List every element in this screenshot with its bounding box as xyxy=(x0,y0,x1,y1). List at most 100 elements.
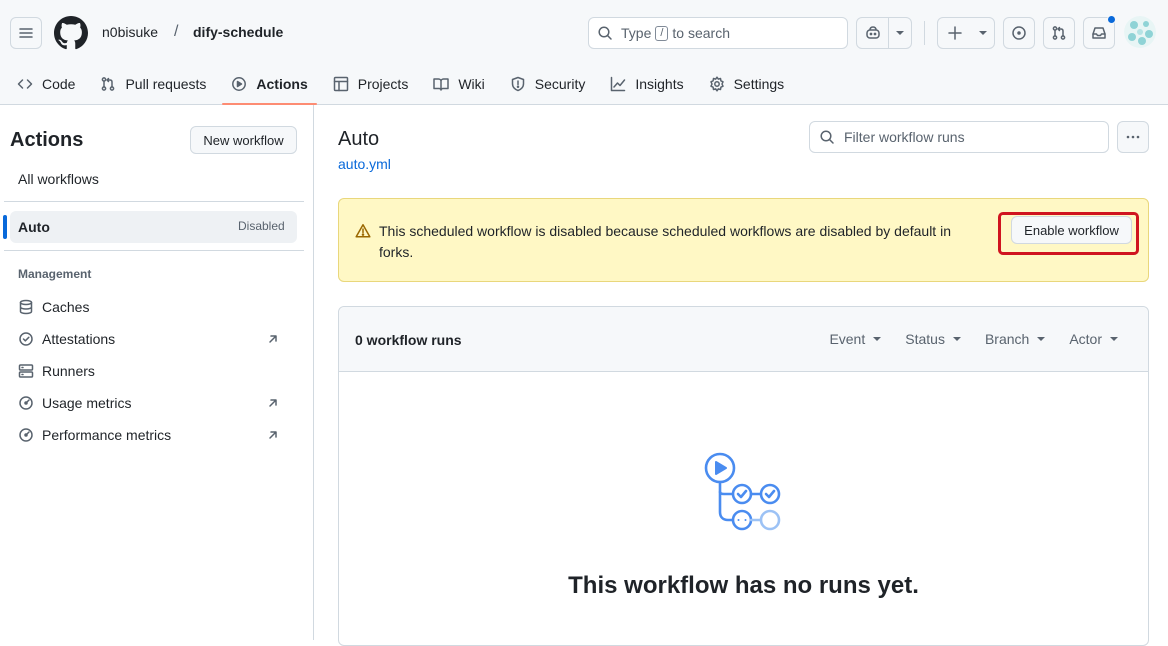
sidebar-divider xyxy=(4,201,304,202)
more-options-button[interactable] xyxy=(1117,121,1149,153)
app-header: n0bisuke / dify-schedule Type / to searc… xyxy=(0,0,1168,105)
chevron-down-icon xyxy=(979,31,987,35)
external-link-icon xyxy=(266,332,280,346)
search-prefix: Type xyxy=(621,25,652,41)
issue-opened-icon xyxy=(1011,25,1027,41)
inbox-icon xyxy=(1091,25,1107,41)
tab-label: Security xyxy=(534,76,586,92)
workflow-graph-illustration-icon xyxy=(700,452,790,534)
runs-header: 0 workflow runs Event Status Branch Acto… xyxy=(339,307,1148,372)
external-link-icon xyxy=(266,396,280,410)
meter-icon xyxy=(18,395,34,411)
issues-button[interactable] xyxy=(1003,17,1035,49)
workflow-file-link[interactable]: auto.yml xyxy=(338,156,391,172)
filter-label: Status xyxy=(905,331,945,347)
tab-label: Insights xyxy=(635,76,684,92)
tab-label: Projects xyxy=(357,76,409,92)
tab-code[interactable]: Code xyxy=(8,64,84,104)
empty-state-title: This workflow has no runs yet. xyxy=(568,572,919,599)
shield-icon xyxy=(510,76,526,92)
create-menu-button[interactable] xyxy=(972,18,994,48)
book-icon xyxy=(433,76,450,92)
sidebar-item-performance-metrics[interactable]: Performance metrics xyxy=(18,423,290,447)
sidebar-item-usage-metrics[interactable]: Usage metrics xyxy=(18,391,290,415)
chevron-down-icon xyxy=(873,337,882,341)
selected-indicator xyxy=(3,215,7,239)
sidebar-item-all-workflows[interactable]: All workflows xyxy=(18,171,99,187)
tab-label: Actions xyxy=(256,76,308,92)
runs-filters: Event Status Branch Actor xyxy=(805,331,1118,347)
server-icon xyxy=(18,363,34,379)
search-icon xyxy=(819,129,835,145)
external-link-icon xyxy=(266,428,280,442)
sidebar-item-caches[interactable]: Caches xyxy=(18,295,290,319)
tab-pull-requests[interactable]: Pull requests xyxy=(91,64,215,104)
sidebar-item-runners[interactable]: Runners xyxy=(18,359,290,383)
tab-label: Wiki xyxy=(458,76,485,92)
pull-request-icon xyxy=(100,76,116,92)
tab-projects[interactable]: Projects xyxy=(324,64,418,104)
banner-message: This scheduled workflow is disabled beca… xyxy=(379,223,951,260)
search-input[interactable]: Type / to search xyxy=(588,17,848,49)
sidebar-title: Actions xyxy=(10,129,84,151)
pull-requests-button[interactable] xyxy=(1043,17,1075,49)
copilot-icon[interactable] xyxy=(857,18,888,48)
plus-icon[interactable] xyxy=(938,18,972,48)
sidebar-item-label: Caches xyxy=(42,299,90,315)
verified-icon xyxy=(18,331,34,347)
user-avatar[interactable] xyxy=(1124,16,1156,48)
filter-label: Actor xyxy=(1069,331,1102,347)
chevron-down-icon xyxy=(896,31,905,35)
copilot-menu-button[interactable] xyxy=(889,18,911,48)
create-new-button[interactable] xyxy=(937,17,995,49)
search-icon xyxy=(597,25,613,41)
event-filter-dropdown[interactable]: Event xyxy=(829,331,882,347)
hamburger-icon xyxy=(18,25,34,41)
breadcrumb-owner[interactable]: n0bisuke xyxy=(102,24,158,40)
alert-icon xyxy=(355,223,371,239)
status-filter-dropdown[interactable]: Status xyxy=(905,331,961,347)
chevron-down-icon xyxy=(1110,337,1118,341)
filter-label: Branch xyxy=(984,331,1030,347)
new-workflow-button[interactable]: New workflow xyxy=(190,126,297,154)
tab-security[interactable]: Security xyxy=(501,64,595,104)
graph-icon xyxy=(610,76,626,92)
filter-label: Event xyxy=(829,331,866,347)
github-logo-icon[interactable] xyxy=(54,16,88,50)
sidebar-item-auto-label: Auto xyxy=(18,219,50,235)
tab-settings[interactable]: Settings xyxy=(700,64,794,104)
kebab-horizontal-icon xyxy=(1125,129,1141,145)
play-icon xyxy=(231,76,247,92)
gear-icon xyxy=(709,76,725,92)
sidebar-item-label: Usage metrics xyxy=(42,395,132,411)
management-heading: Management xyxy=(18,267,92,281)
search-shortcut-key: / xyxy=(655,25,669,41)
sidebar-item-label: Runners xyxy=(42,363,95,379)
breadcrumb-separator: / xyxy=(174,23,179,40)
filter-workflow-runs-input[interactable]: Filter workflow runs xyxy=(809,121,1109,153)
chevron-down-icon xyxy=(952,337,961,341)
pull-request-icon xyxy=(1051,25,1067,41)
filter-placeholder: Filter workflow runs xyxy=(844,129,965,145)
tab-insights[interactable]: Insights xyxy=(601,64,692,104)
repo-tabs: Code Pull requests Actions Projects Wiki… xyxy=(8,64,800,105)
branch-filter-dropdown[interactable]: Branch xyxy=(984,331,1046,347)
sidebar-item-label: Performance metrics xyxy=(42,427,172,443)
runs-count: 0 workflow runs xyxy=(355,332,462,348)
copilot-button[interactable] xyxy=(856,17,912,49)
tab-wiki[interactable]: Wiki xyxy=(424,64,493,104)
workflow-title: Auto xyxy=(338,128,380,150)
sidebar-item-attestations[interactable]: Attestations xyxy=(18,327,290,351)
enable-workflow-button[interactable]: Enable workflow xyxy=(1011,216,1132,244)
table-icon xyxy=(333,76,349,92)
chevron-down-icon xyxy=(1037,337,1046,341)
meter-icon xyxy=(18,427,34,443)
sidebar-item-label: Attestations xyxy=(42,331,116,347)
actor-filter-dropdown[interactable]: Actor xyxy=(1069,331,1118,347)
search-suffix: to search xyxy=(672,25,731,41)
actions-sidebar: Actions New workflow All workflows Auto … xyxy=(0,105,314,640)
menu-button[interactable] xyxy=(10,17,42,49)
tab-actions[interactable]: Actions xyxy=(222,64,318,105)
tab-label: Code xyxy=(42,76,76,92)
breadcrumb-repo[interactable]: dify-schedule xyxy=(193,24,283,40)
